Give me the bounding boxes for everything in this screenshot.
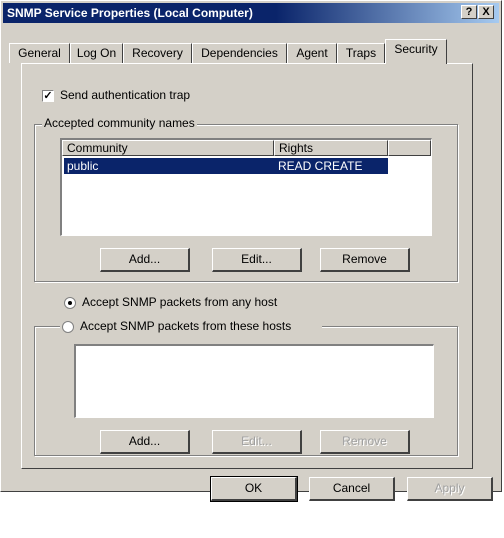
accept-these-hosts-label: Accept SNMP packets from these hosts xyxy=(80,319,292,333)
column-header-community[interactable]: Community xyxy=(62,140,274,156)
column-header-filler xyxy=(388,140,431,156)
title-bar[interactable]: SNMP Service Properties (Local Computer)… xyxy=(3,3,499,23)
hosts-list[interactable] xyxy=(74,344,434,418)
hosts-edit-button[interactable]: Edit... xyxy=(212,430,302,454)
hosts-remove-button[interactable]: Remove xyxy=(320,430,410,454)
tab-agent[interactable]: Agent xyxy=(287,43,337,63)
accept-these-hosts-radio[interactable] xyxy=(62,321,74,333)
table-row[interactable]: public READ CREATE xyxy=(64,158,388,174)
dialog-window: SNMP Service Properties (Local Computer)… xyxy=(0,0,502,502)
hosts-add-button[interactable]: Add... xyxy=(100,430,190,454)
window-title: SNMP Service Properties (Local Computer) xyxy=(7,6,253,20)
tab-recovery[interactable]: Recovery xyxy=(123,43,192,63)
hosts-legend: Accept SNMP packets from these hosts xyxy=(60,319,322,335)
accept-any-host-label: Accept SNMP packets from any host xyxy=(82,295,278,309)
community-add-button[interactable]: Add... xyxy=(100,248,190,272)
community-list[interactable]: Community Rights public READ CREATE xyxy=(60,138,432,236)
ok-button[interactable]: OK xyxy=(210,476,298,502)
send-trap-checkbox[interactable]: ✓ xyxy=(42,90,54,102)
tab-log-on[interactable]: Log On xyxy=(70,43,123,63)
community-remove-button[interactable]: Remove xyxy=(320,248,410,272)
close-button[interactable]: X xyxy=(478,5,494,19)
apply-button[interactable]: Apply xyxy=(407,477,493,501)
accept-any-host-radio[interactable] xyxy=(64,297,76,309)
tab-traps[interactable]: Traps xyxy=(337,43,385,63)
tab-general[interactable]: General xyxy=(9,43,70,63)
send-trap-label: Send authentication trap xyxy=(60,88,191,102)
tab-dependencies[interactable]: Dependencies xyxy=(192,43,287,63)
tab-security[interactable]: Security xyxy=(385,39,447,64)
community-cell: public xyxy=(67,159,99,173)
security-tab-panel: ✓ Send authentication trap Accepted comm… xyxy=(21,63,473,469)
community-edit-button[interactable]: Edit... xyxy=(212,248,302,272)
community-group-label: Accepted community names xyxy=(42,116,197,130)
help-button[interactable]: ? xyxy=(461,5,477,19)
rights-cell: READ CREATE xyxy=(278,159,363,173)
cancel-button[interactable]: Cancel xyxy=(309,477,395,501)
column-header-rights[interactable]: Rights xyxy=(274,140,388,156)
